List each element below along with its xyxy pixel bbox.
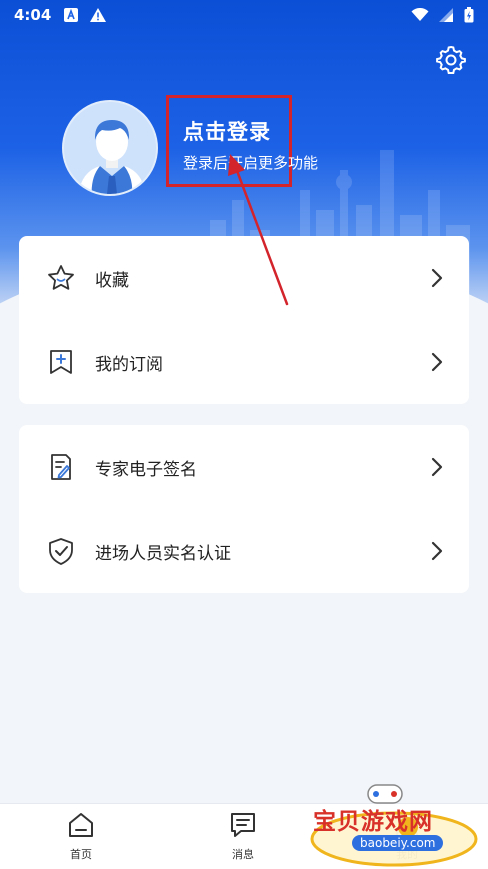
battery-charging-icon <box>464 7 474 23</box>
menu-item-label: 进场人员实名认证 <box>95 543 231 564</box>
tab-home[interactable]: 首页 <box>41 810 121 862</box>
menu-item-label: 专家电子签名 <box>95 459 197 480</box>
menu-item-label: 我的订阅 <box>95 354 163 375</box>
tab-messages[interactable]: 消息 <box>203 810 283 862</box>
menu-card-1: 收藏 我的订阅 <box>19 236 469 404</box>
wifi-icon <box>411 8 429 21</box>
shield-check-icon <box>45 535 77 567</box>
signal-icon <box>439 8 453 22</box>
star-icon <box>45 262 77 294</box>
signature-icon <box>45 451 77 483</box>
watermark-text: 宝贝游戏网 <box>313 809 433 835</box>
menu-item-label: 收藏 <box>95 270 129 291</box>
chevron-right-icon <box>431 268 443 288</box>
menu-item-expert-signature[interactable]: 专家电子签名 <box>19 425 469 509</box>
status-time: 4:04 <box>14 6 52 24</box>
home-icon <box>69 813 93 837</box>
settings-gear-icon[interactable] <box>436 45 466 75</box>
message-icon <box>231 813 255 837</box>
tab-messages-label: 消息 <box>232 848 254 861</box>
watermark-url: baobeiy.com <box>352 835 444 851</box>
chevron-right-icon <box>431 541 443 561</box>
tab-home-label: 首页 <box>70 848 92 861</box>
menu-item-realname-verification[interactable]: 进场人员实名认证 <box>19 509 469 593</box>
status-bar: 4:04 <box>0 0 488 30</box>
login-title[interactable]: 点击登录 <box>183 116 271 146</box>
default-avatar-icon <box>64 102 156 194</box>
chevron-right-icon <box>431 352 443 372</box>
chevron-right-icon <box>431 457 443 477</box>
menu-item-favorites[interactable]: 收藏 <box>19 236 469 320</box>
menu-card-2: 专家电子签名 进场人员实名认证 <box>19 425 469 593</box>
user-avatar[interactable] <box>62 100 158 196</box>
login-subtitle[interactable]: 登录后开启更多功能 <box>183 152 318 173</box>
warning-icon <box>90 8 107 22</box>
menu-item-subscriptions[interactable]: 我的订阅 <box>19 320 469 404</box>
notification-a-icon <box>64 8 79 22</box>
subscribe-icon <box>45 346 77 378</box>
